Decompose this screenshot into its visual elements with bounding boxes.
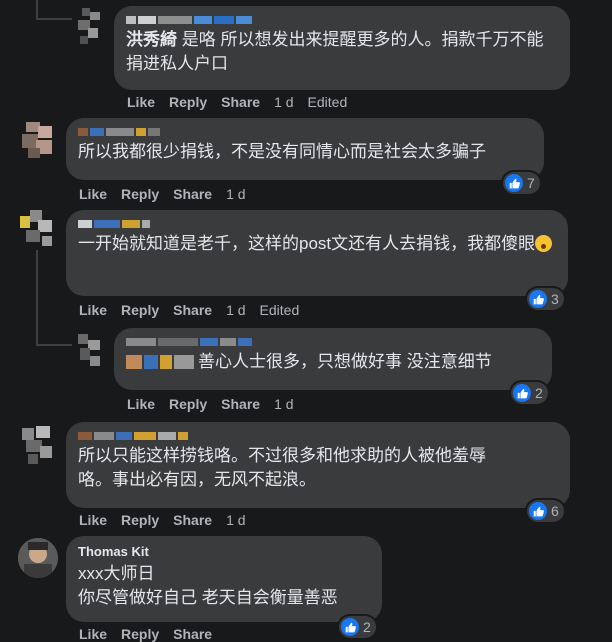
- share-button[interactable]: Share: [221, 94, 260, 110]
- comment-bubble: 一开始就知道是老千，这样的post文还有人去捐钱，我都傻眼: [66, 210, 568, 296]
- avatar[interactable]: [18, 120, 58, 160]
- thread-line: [36, 0, 38, 20]
- share-button[interactable]: Share: [173, 626, 212, 642]
- comment-text: 所以我都很少捐钱，不是没有同情心而是社会太多骗子: [78, 142, 486, 161]
- blurred-author-name[interactable]: [78, 126, 532, 138]
- reply-button[interactable]: Reply: [169, 94, 207, 110]
- comment-text: 所以只能这样捞钱咯。不过很多和他求助的人被他羞辱 咯。事出必有因，无风不起浪。: [78, 446, 486, 489]
- comment-bubble: 洪秀綺 是咯 所以想发出来提醒更多的人。捐款千万不能捐进私人户口: [114, 6, 570, 90]
- thread-line: [36, 18, 72, 20]
- comment-actions: Like Reply Share: [79, 626, 212, 642]
- like-button[interactable]: Like: [79, 626, 107, 642]
- avatar[interactable]: [18, 424, 58, 466]
- reply-button[interactable]: Reply: [121, 512, 159, 528]
- reaction-count[interactable]: 2: [339, 616, 376, 638]
- comment-actions: Like Reply Share 1 d: [127, 396, 294, 412]
- like-button[interactable]: Like: [79, 302, 107, 318]
- thread-line: [36, 344, 72, 346]
- comment-bubble: 所以我都很少捐钱，不是没有同情心而是社会太多骗子: [66, 118, 544, 180]
- blurred-author-name[interactable]: [78, 430, 558, 442]
- comment-author[interactable]: Thomas Kit: [78, 544, 370, 560]
- timestamp[interactable]: 1 d: [274, 396, 293, 412]
- share-button[interactable]: Share: [173, 186, 212, 202]
- comment-text: 一开始就知道是老千，这样的post文还有人去捐钱，我都傻眼: [78, 232, 556, 256]
- reaction-count[interactable]: 7: [503, 172, 540, 194]
- reaction-count[interactable]: 2: [511, 382, 548, 404]
- edited-label: Edited: [259, 302, 300, 318]
- like-button[interactable]: Like: [79, 512, 107, 528]
- comment-actions: Like Reply Share 1 d: [79, 512, 246, 528]
- blurred-author-name[interactable]: [78, 218, 556, 230]
- avatar[interactable]: [18, 538, 58, 578]
- timestamp[interactable]: 1 d: [226, 186, 245, 202]
- thumbs-up-icon: [529, 502, 547, 520]
- blurred-mention[interactable]: [126, 352, 194, 372]
- comment-actions: Like Reply Share 1 d: [79, 186, 246, 202]
- edited-label: Edited: [307, 94, 348, 110]
- avatar[interactable]: [74, 330, 106, 370]
- comment-actions: Like Reply Share 1 d Edited: [127, 94, 347, 110]
- thumbs-up-icon: [513, 384, 531, 402]
- reply-button[interactable]: Reply: [121, 186, 159, 202]
- timestamp[interactable]: 1 d: [226, 512, 245, 528]
- comment-actions: Like Reply Share 1 d Edited: [79, 302, 299, 318]
- share-button[interactable]: Share: [173, 302, 212, 318]
- like-button[interactable]: Like: [127, 94, 155, 110]
- share-button[interactable]: Share: [221, 396, 260, 412]
- reaction-count[interactable]: 6: [527, 500, 564, 522]
- thumbs-up-icon: [529, 290, 547, 308]
- like-button[interactable]: Like: [79, 186, 107, 202]
- comment-text: 善心人士很多，只想做好事 没注意细节: [126, 350, 540, 374]
- comment-author[interactable]: 洪秀綺: [126, 30, 177, 49]
- reply-button[interactable]: Reply: [121, 302, 159, 318]
- comment-text: 洪秀綺 是咯 所以想发出来提醒更多的人。捐款千万不能捐进私人户口: [126, 30, 544, 73]
- comment-bubble: 所以只能这样捞钱咯。不过很多和他求助的人被他羞辱 咯。事出必有因，无风不起浪。: [66, 422, 570, 508]
- timestamp[interactable]: 1 d: [226, 302, 245, 318]
- avatar[interactable]: [18, 208, 58, 250]
- share-button[interactable]: Share: [173, 512, 212, 528]
- like-button[interactable]: Like: [127, 396, 155, 412]
- timestamp[interactable]: 1 d: [274, 94, 293, 110]
- astonished-face-icon: [535, 235, 553, 252]
- thumbs-up-icon: [341, 618, 359, 636]
- thread-line: [36, 250, 38, 346]
- comment-bubble: Thomas Kit xxx大师日 你尽管做好自己 老天自会衡量善恶: [66, 536, 382, 622]
- comment-bubble: 善心人士很多，只想做好事 没注意细节: [114, 328, 552, 390]
- blurred-author-name[interactable]: [126, 14, 558, 26]
- reply-button[interactable]: Reply: [121, 626, 159, 642]
- thumbs-up-icon: [505, 174, 523, 192]
- comment-text: xxx大师日 你尽管做好自己 老天自会衡量善恶: [78, 564, 338, 607]
- reply-button[interactable]: Reply: [169, 396, 207, 412]
- avatar[interactable]: [74, 6, 106, 46]
- reaction-count[interactable]: 3: [527, 288, 564, 310]
- blurred-author-name[interactable]: [126, 336, 540, 348]
